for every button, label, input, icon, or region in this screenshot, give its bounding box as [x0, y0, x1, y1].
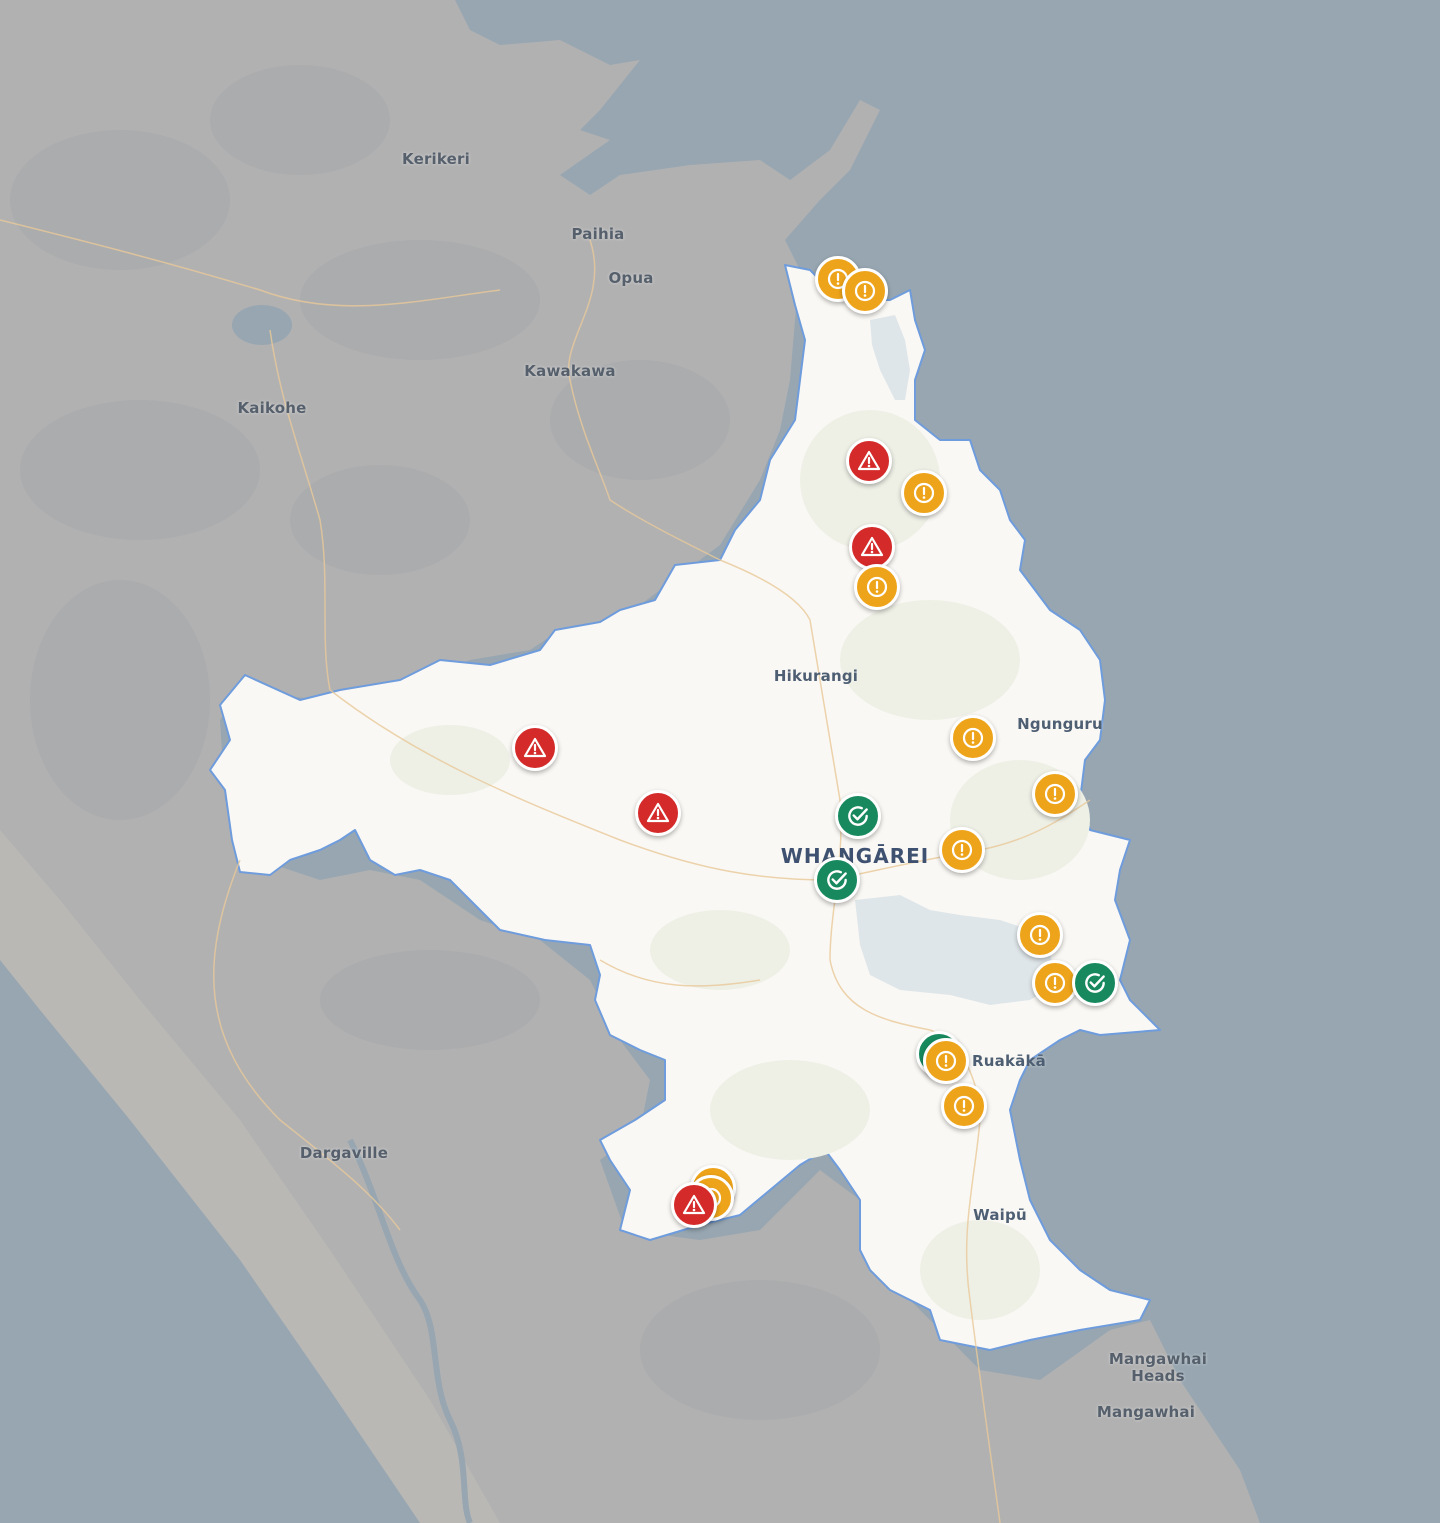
exclamation-circle-icon: [950, 838, 974, 862]
place-label-whangarei: WHANGĀREI: [780, 844, 930, 868]
warning-triangle-icon: [646, 801, 670, 825]
marker-green[interactable]: [814, 857, 860, 903]
warning-triangle-icon: [682, 1193, 706, 1217]
place-label-ngunguru: Ngunguru: [1017, 715, 1103, 733]
place-label-kerikeri: Kerikeri: [402, 150, 470, 168]
place-label-hikurangi: Hikurangi: [773, 667, 859, 685]
exclamation-circle-icon: [934, 1049, 958, 1073]
place-label-mangawhai: Mangawhai: [1096, 1403, 1196, 1421]
lake-omapere: [232, 305, 292, 345]
place-label-waipu: Waipū: [973, 1206, 1027, 1224]
marker-amber[interactable]: [854, 564, 900, 610]
exclamation-circle-icon: [912, 481, 936, 505]
warning-triangle-icon: [860, 535, 884, 559]
map-canvas[interactable]: Kerikeri Paihia Opua Kawakawa Kaikohe Hi…: [0, 0, 1440, 1523]
marker-amber[interactable]: [950, 715, 996, 761]
marker-amber[interactable]: [842, 268, 888, 314]
marker-red[interactable]: [846, 438, 892, 484]
exclamation-circle-icon: [952, 1094, 976, 1118]
marker-amber[interactable]: [1017, 912, 1063, 958]
marker-red[interactable]: [671, 1182, 717, 1228]
exclamation-circle-icon: [1028, 923, 1052, 947]
marker-red[interactable]: [635, 790, 681, 836]
exclamation-circle-icon: [1043, 782, 1067, 806]
marker-red[interactable]: [512, 725, 558, 771]
check-circle-icon: [1082, 970, 1108, 996]
marker-amber[interactable]: [1032, 771, 1078, 817]
exclamation-circle-icon: [865, 575, 889, 599]
basemap: [0, 0, 1440, 1523]
warning-triangle-icon: [857, 449, 881, 473]
exclamation-circle-icon: [961, 726, 985, 750]
marker-amber[interactable]: [939, 827, 985, 873]
marker-green[interactable]: [835, 793, 881, 839]
place-label-opua: Opua: [608, 269, 654, 287]
place-label-kaikohe: Kaikohe: [237, 399, 307, 417]
marker-red[interactable]: [849, 524, 895, 570]
check-circle-icon: [845, 803, 871, 829]
marker-amber[interactable]: [901, 470, 947, 516]
exclamation-circle-icon: [853, 279, 877, 303]
warning-triangle-icon: [523, 736, 547, 760]
marker-amber[interactable]: [923, 1038, 969, 1084]
place-label-mangawhai-heads: Mangawhai Heads: [1108, 1350, 1208, 1385]
exclamation-circle-icon: [1043, 971, 1067, 995]
place-label-paihia: Paihia: [571, 225, 625, 243]
marker-amber[interactable]: [941, 1083, 987, 1129]
check-circle-icon: [824, 867, 850, 893]
place-label-dargaville: Dargaville: [299, 1144, 389, 1162]
place-label-ruakaka: Ruakākā: [972, 1052, 1046, 1070]
marker-green[interactable]: [1072, 960, 1118, 1006]
place-label-kawakawa: Kawakawa: [524, 362, 616, 380]
